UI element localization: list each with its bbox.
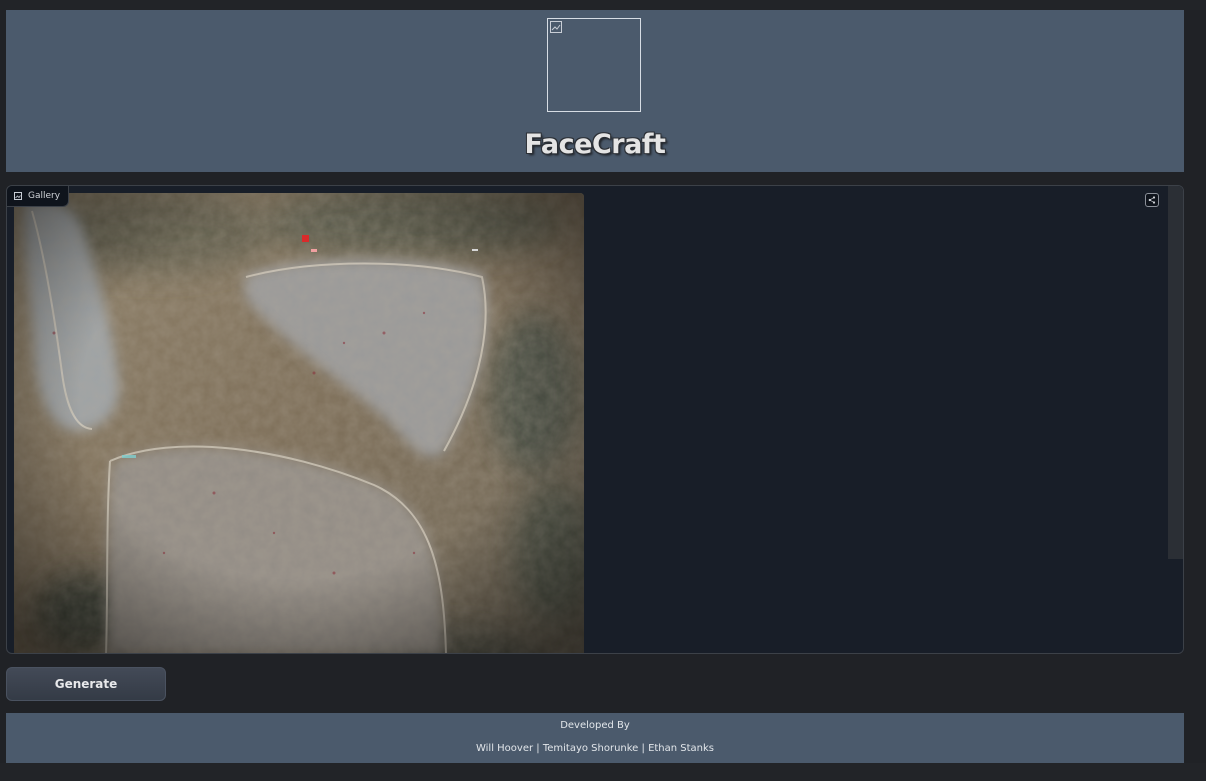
- gallery-label-text: Gallery: [28, 191, 61, 201]
- gallery-label: Gallery: [7, 186, 70, 207]
- gallery-panel: Gallery: [6, 185, 1184, 654]
- share-button[interactable]: [1145, 193, 1159, 207]
- generated-image-render: [14, 193, 584, 653]
- footer: Developed By Will Hoover | Temitayo Shor…: [6, 713, 1184, 763]
- logo-image: [547, 18, 641, 112]
- generated-image[interactable]: [14, 193, 584, 653]
- app-header: FaceCraft: [6, 10, 1184, 172]
- broken-image-icon: [550, 21, 562, 33]
- top-strip: [0, 0, 1206, 10]
- authors-list: Will Hoover | Temitayo Shorunke | Ethan …: [475, 743, 715, 754]
- image-icon: [14, 192, 22, 200]
- share-icon: [1148, 196, 1156, 204]
- developed-by-label: Developed By: [560, 720, 630, 731]
- gallery-scrollbar[interactable]: [1168, 186, 1183, 653]
- gallery-scroll-thumb[interactable]: [1168, 186, 1183, 559]
- bottom-strip: [0, 763, 1206, 781]
- page-title: FaceCraft: [524, 129, 666, 160]
- generate-button[interactable]: Generate: [6, 667, 166, 701]
